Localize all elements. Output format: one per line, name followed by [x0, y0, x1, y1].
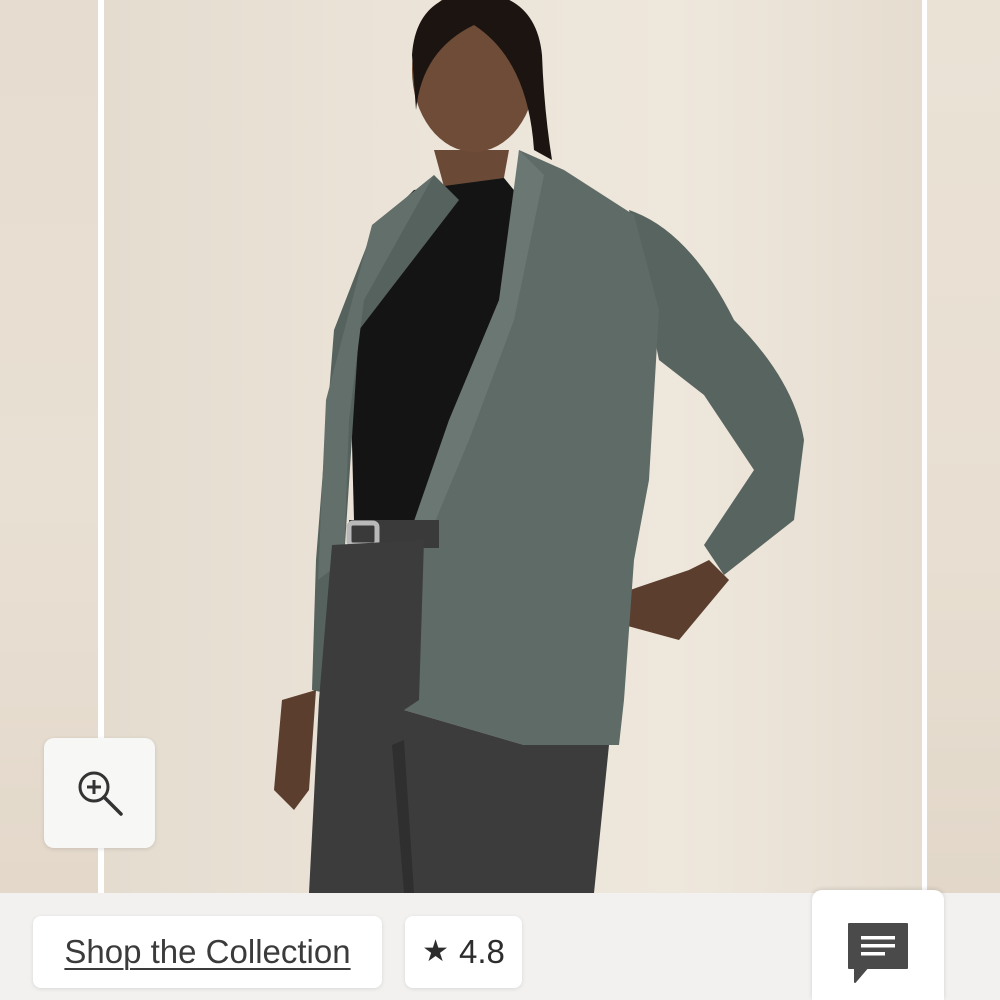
model-photo: [274, 0, 804, 893]
chat-button[interactable]: [812, 890, 944, 1000]
rating-value: 4.8: [459, 933, 505, 970]
zoom-button[interactable]: [44, 738, 155, 848]
rating-badge[interactable]: ★ 4.8: [405, 916, 522, 988]
next-slide-image[interactable]: [927, 0, 1000, 893]
zoom-in-icon: [78, 771, 123, 816]
shop-the-collection-label: Shop the Collection: [64, 933, 351, 970]
chat-icon: [848, 923, 908, 983]
star-icon: ★: [422, 935, 450, 968]
product-image[interactable]: [104, 0, 922, 893]
shop-the-collection-button[interactable]: Shop the Collection: [33, 916, 382, 988]
